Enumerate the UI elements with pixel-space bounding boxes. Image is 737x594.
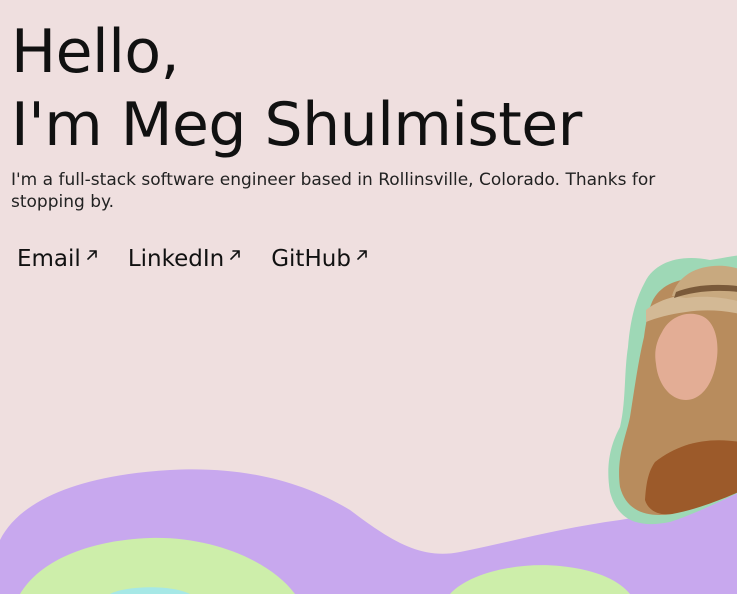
linkedin-link-label: LinkedIn — [127, 246, 225, 272]
greeting-line-1: Hello, — [11, 17, 180, 87]
social-links: Email LinkedIn GitHub — [17, 244, 370, 274]
email-link-label: Email — [17, 246, 81, 272]
hero-section: Hello, I'm Meg Shulmister I'm a full-sta… — [11, 16, 737, 213]
greeting-heading: Hello, I'm Meg Shulmister — [11, 16, 737, 162]
external-arrow-icon — [87, 250, 97, 260]
intro-text: I'm a full-stack software engineer based… — [11, 170, 656, 212]
github-link[interactable]: GitHub — [271, 244, 370, 274]
linkedin-link[interactable]: LinkedIn — [128, 244, 243, 274]
greeting-line-2: I'm Meg Shulmister — [11, 90, 582, 160]
profile-photo — [608, 255, 737, 525]
email-link[interactable]: Email — [17, 244, 100, 274]
external-arrow-icon — [230, 250, 241, 260]
external-arrow-icon — [357, 250, 367, 260]
github-link-label: GitHub — [271, 246, 351, 272]
